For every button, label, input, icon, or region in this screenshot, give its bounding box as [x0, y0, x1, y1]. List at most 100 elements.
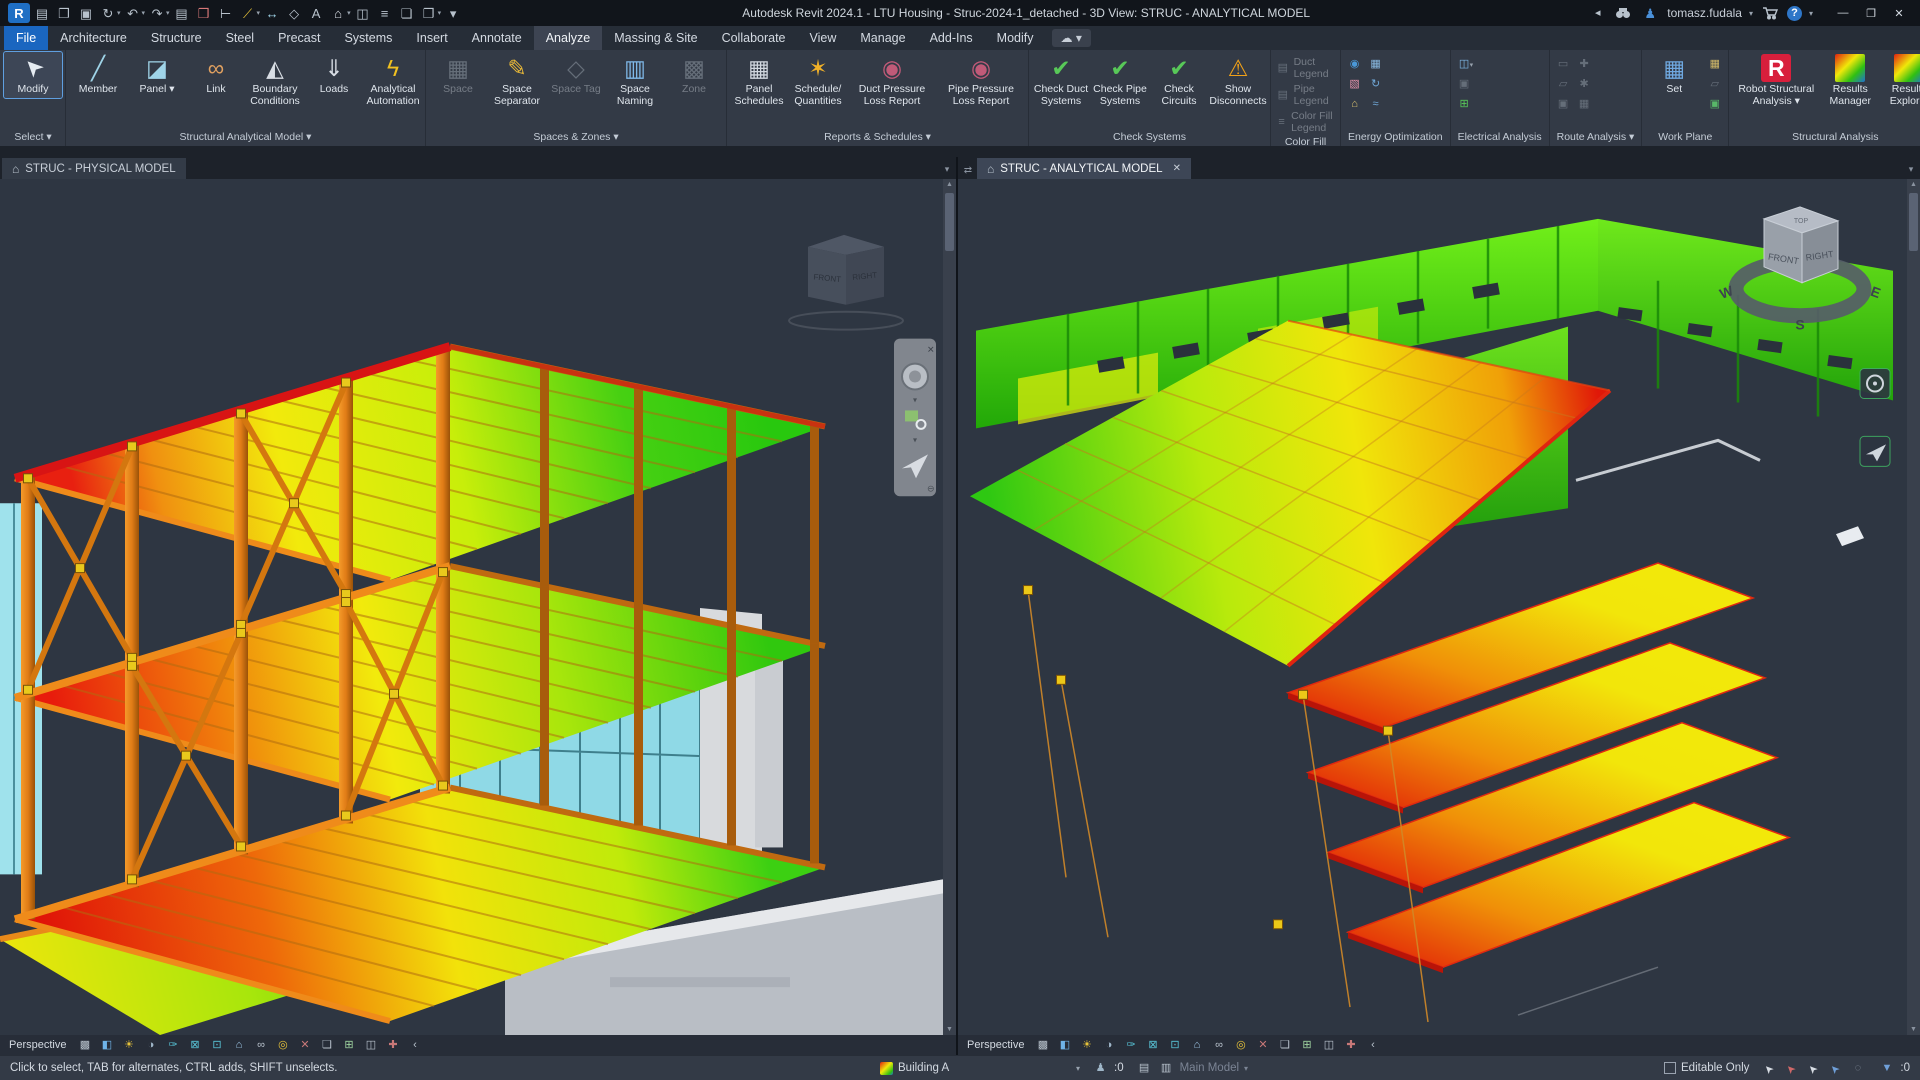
results-explorer-button[interactable]: Results Explorer: [1880, 52, 1920, 110]
viewer-icon[interactable]: ▣: [1706, 96, 1723, 113]
navigation-bar[interactable]: ✕ ▾ ▾ ⊖: [894, 339, 936, 497]
space-tag-button[interactable]: ◇Space Tag: [547, 52, 605, 98]
panel-schedules-button[interactable]: ▦Panel Schedules: [730, 52, 788, 110]
route-edit-icon[interactable]: ▱: [1555, 76, 1572, 93]
crop-region-icon[interactable]: ⊡: [209, 1038, 224, 1053]
temporary-hide-isolate-icon[interactable]: ∞: [253, 1038, 268, 1053]
search-icon[interactable]: [1613, 3, 1633, 23]
active-workset-control[interactable]: Building A ▾: [880, 1062, 1080, 1075]
sun-settings-icon[interactable]: ☀: [1079, 1038, 1094, 1053]
route-show-icon[interactable]: ▣: [1555, 96, 1572, 113]
visual-style-icon[interactable]: ◧: [99, 1038, 114, 1053]
locked-orientation-icon[interactable]: ⌂: [1189, 1038, 1204, 1053]
route-add-icon[interactable]: ✚: [1576, 56, 1593, 73]
add-analytical-power-icon[interactable]: ⊞: [1456, 96, 1473, 113]
collapse-arrow-icon[interactable]: ◂: [1589, 5, 1606, 22]
physical-model-rendering[interactable]: FRONT RIGHT ✕ ▾ ▾ ⊖: [0, 179, 943, 1035]
viewcube-top-label[interactable]: TOP: [1794, 218, 1809, 225]
temporary-view-properties-icon[interactable]: ❏: [319, 1038, 334, 1053]
zoom-icon[interactable]: [905, 410, 918, 421]
duct-legend-button[interactable]: ▤Duct Legend: [1274, 55, 1337, 81]
projection-label[interactable]: Perspective: [967, 1039, 1024, 1051]
projection-label[interactable]: Perspective: [9, 1039, 66, 1051]
help-icon[interactable]: ?: [1787, 6, 1802, 21]
scroll-down-arrow[interactable]: ▼: [943, 1026, 956, 1033]
temporary-view-properties-icon[interactable]: ❏: [1277, 1038, 1292, 1053]
reveal-constraints-icon[interactable]: ✚: [1343, 1038, 1358, 1053]
temporary-hide-isolate-icon[interactable]: ∞: [1211, 1038, 1226, 1053]
generate-insight-icon[interactable]: ⌂: [1346, 96, 1363, 113]
user-dropdown-arrow[interactable]: ▾: [1749, 9, 1753, 18]
electrical-settings-icon-arrow[interactable]: ▾: [1470, 61, 1474, 69]
color-fill-legend-button[interactable]: ≡Color Fill Legend: [1274, 109, 1337, 135]
switch-windows-icon[interactable]: ❐: [419, 3, 439, 23]
switch-windows-icon-arrow[interactable]: ▾: [438, 9, 442, 17]
navbar-close-icon[interactable]: ✕: [927, 345, 935, 355]
tab-analyze[interactable]: Analyze: [534, 26, 602, 50]
transfer-icon[interactable]: ❒: [194, 3, 214, 23]
default-3d-view-icon-arrow[interactable]: ▾: [347, 9, 351, 17]
close-inactive-views-icon[interactable]: ❏: [397, 3, 417, 23]
tab-annotate[interactable]: Annotate: [460, 26, 534, 50]
editable-only-control[interactable]: Editable Only: [1664, 1062, 1749, 1074]
collapse-viewbar-icon[interactable]: ‹: [1365, 1038, 1380, 1053]
editable-only-checkbox[interactable]: [1664, 1062, 1676, 1074]
panel-button[interactable]: ◪Panel ▾: [128, 52, 186, 98]
displacement-sets-icon[interactable]: ◫: [363, 1038, 378, 1053]
measure-icon[interactable]: ⟋: [238, 3, 258, 23]
navbar-dropdown-2[interactable]: ▾: [913, 435, 917, 444]
tab-manage[interactable]: Manage: [848, 26, 917, 50]
redo-icon[interactable]: ↷: [147, 3, 167, 23]
save-icon[interactable]: ▣: [76, 3, 96, 23]
filter-control[interactable]: ▼ :0: [1878, 1060, 1910, 1077]
sync-with-central-icon[interactable]: ↻: [98, 3, 118, 23]
sun-settings-icon[interactable]: ☀: [121, 1038, 136, 1053]
tab-architecture[interactable]: Architecture: [48, 26, 139, 50]
reveal-constraints-icon[interactable]: ✚: [385, 1038, 400, 1053]
analytical-model-visibility-icon[interactable]: ⊞: [1299, 1038, 1314, 1053]
revit-logo[interactable]: R: [8, 3, 30, 23]
link-button[interactable]: ∞Link: [187, 52, 245, 98]
view-list-icon[interactable]: ▾: [938, 164, 956, 179]
panel-label-route-analysis[interactable]: Route Analysis ▾: [1553, 130, 1639, 146]
crop-hidden-icon[interactable]: ⊠: [187, 1038, 202, 1053]
open-icon[interactable]: ❐: [54, 3, 74, 23]
home-icon[interactable]: ▤: [32, 3, 52, 23]
close-view-icon[interactable]: ✕: [1173, 163, 1181, 174]
route-settings-icon[interactable]: ✱: [1576, 76, 1593, 93]
check-duct-systems-button[interactable]: ✔Check Duct Systems: [1032, 52, 1090, 110]
locked-orientation-icon[interactable]: ⌂: [231, 1038, 246, 1053]
visual-style-icon[interactable]: ◧: [1057, 1038, 1072, 1053]
route-grid-icon[interactable]: ▦: [1576, 96, 1593, 113]
reveal-hidden-elements-icon[interactable]: ◎: [275, 1038, 290, 1053]
design-options-dropdown-arrow[interactable]: ▾: [1244, 1064, 1248, 1073]
scrollbar-thumb[interactable]: [1909, 193, 1918, 251]
workset-dropdown-arrow[interactable]: ▾: [1076, 1064, 1080, 1073]
scale-icon[interactable]: ▩: [77, 1038, 92, 1053]
analytical-automation-button[interactable]: ϟAnalytical Automation: [364, 52, 422, 110]
view-list-icon[interactable]: ▾: [1902, 164, 1920, 179]
text-icon[interactable]: A: [306, 3, 326, 23]
panel-label-color-fill[interactable]: Color Fill: [1274, 135, 1337, 146]
tab-collaborate[interactable]: Collaborate: [710, 26, 798, 50]
cart-icon[interactable]: [1760, 3, 1780, 23]
customize-qat-icon[interactable]: ▾: [443, 3, 463, 23]
default-3d-view-icon[interactable]: ⌂: [328, 3, 348, 23]
redo-icon-arrow[interactable]: ▾: [166, 9, 170, 17]
print-icon[interactable]: ▤: [172, 3, 192, 23]
location-icon[interactable]: ◉: [1346, 56, 1363, 73]
check-circuits-button[interactable]: ✔Check Circuits: [1150, 52, 1208, 110]
panel-label-reports-schedules[interactable]: Reports & Schedules ▾: [730, 130, 1025, 146]
optimization-chart-icon[interactable]: ≈: [1367, 96, 1384, 113]
crop-hidden-icon[interactable]: ⊠: [1145, 1038, 1160, 1053]
space-naming-button[interactable]: ▥Space Naming: [606, 52, 664, 110]
show-work-plane-icon[interactable]: ▦: [1706, 56, 1723, 73]
tab-massing-site[interactable]: Massing & Site: [602, 26, 709, 50]
set-work-plane-button[interactable]: ▦Set: [1645, 52, 1703, 98]
select-by-face-icon[interactable]: ➤: [1824, 1056, 1848, 1080]
scroll-down-arrow[interactable]: ▼: [1907, 1026, 1920, 1033]
vertical-scrollbar[interactable]: ▲ ▼: [1907, 179, 1920, 1035]
tab-structure[interactable]: Structure: [139, 26, 214, 50]
worksharing-display-icon[interactable]: ✕: [297, 1038, 312, 1053]
tab-systems[interactable]: Systems: [332, 26, 404, 50]
